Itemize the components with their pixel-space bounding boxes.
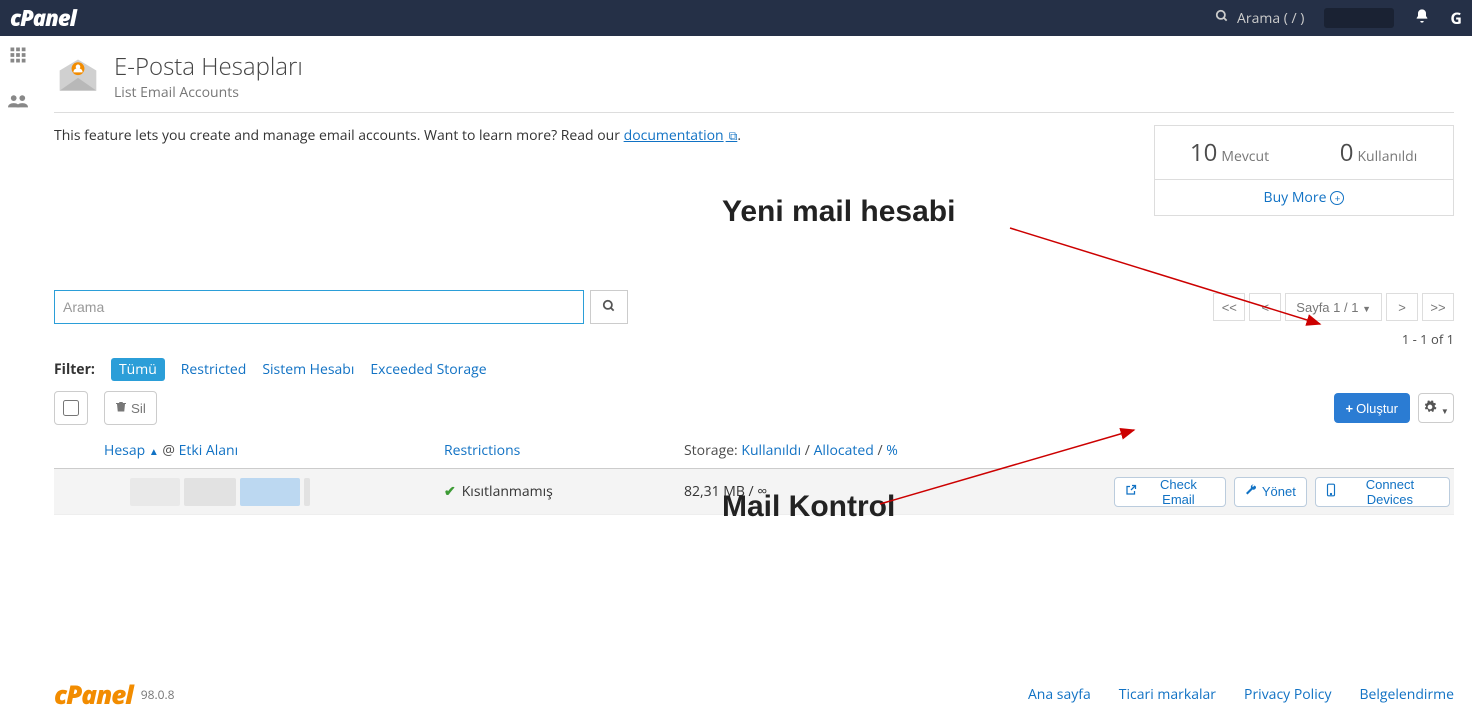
col-domain[interactable]: Etki Alanı (179, 441, 239, 460)
pagination: << < Sayfa 1 / 1 ▼ > >> (1213, 293, 1454, 321)
footer-privacy[interactable]: Privacy Policy (1244, 685, 1331, 704)
page-title: E-Posta Hesapları (114, 50, 303, 83)
select-all-checkbox[interactable] (63, 400, 79, 416)
top-search-label: Arama ( / ) (1237, 9, 1304, 28)
check-email-button[interactable]: Check Email (1114, 477, 1226, 507)
chevron-down-icon: ▼ (1362, 304, 1371, 314)
header-divider (54, 112, 1454, 113)
search-icon (1215, 9, 1229, 28)
page-subtitle: List Email Accounts (114, 83, 303, 102)
bell-icon (1414, 11, 1430, 28)
search-button[interactable] (590, 290, 628, 324)
plus-circle-icon: + (1330, 191, 1344, 205)
stat-used: 0Kullanıldı (1304, 126, 1453, 179)
sort-up-icon: ▲ (149, 444, 159, 458)
page-last-button[interactable]: >> (1422, 293, 1454, 321)
table-header: Hesap ▲ @ Etki Alanı Restrictions Storag… (54, 431, 1454, 469)
col-account[interactable]: Hesap ▲ @ Etki Alanı (104, 441, 444, 460)
external-link-icon: ⧉ (726, 127, 738, 144)
manage-button[interactable]: Yönet (1234, 477, 1307, 507)
filter-all[interactable]: Tümü (111, 358, 165, 381)
col-storage: Storage: Kullanıldı / Allocated / % (684, 441, 1114, 460)
device-icon (1326, 483, 1336, 500)
check-icon: ✔ (444, 482, 456, 501)
documentation-link[interactable]: documentation ⧉ (624, 126, 738, 145)
filter-system[interactable]: Sistem Hesabı (262, 360, 354, 379)
footer-trademarks[interactable]: Ticari markalar (1119, 685, 1216, 704)
page-count-label: 1 - 1 of 1 (54, 330, 1454, 348)
stat-used-num: 0 (1340, 136, 1354, 169)
delete-label: Sil (131, 401, 146, 416)
footer-documentation[interactable]: Belgelendirme (1359, 685, 1454, 704)
stat-used-label: Kullanıldı (1357, 147, 1417, 166)
intro-tail: . (737, 126, 741, 145)
footer-cpanel-logo: cPanel (54, 676, 133, 712)
intro-lead: This feature lets you create and manage … (54, 126, 624, 145)
notifications-button[interactable] (1414, 8, 1430, 29)
top-search[interactable]: Arama ( / ) (1215, 9, 1304, 28)
search-icon (602, 301, 616, 316)
page-next-button[interactable]: > (1386, 293, 1418, 321)
col-storage-pct[interactable]: % (886, 441, 898, 460)
annotation-new-mail: Yeni mail hesabi (722, 195, 955, 229)
chevron-down-icon: ▼ (1441, 407, 1449, 416)
page-indicator[interactable]: Sayfa 1 / 1 ▼ (1285, 293, 1382, 321)
delete-button[interactable]: Sil (104, 391, 157, 425)
settings-button[interactable]: ▼ (1418, 393, 1454, 423)
filter-label: Filter: (54, 360, 95, 379)
annotation-mail-control: Mail Kontrol (722, 490, 895, 524)
page-first-button[interactable]: << (1213, 293, 1245, 321)
gear-icon (1423, 402, 1437, 417)
left-nav (0, 36, 36, 718)
plus-icon: + (1346, 401, 1354, 416)
filter-exceeded[interactable]: Exceeded Storage (370, 360, 486, 379)
wrench-icon (1245, 484, 1257, 499)
stats-panel: 10Mevcut 0Kullanıldı Buy More+ (1154, 125, 1454, 216)
user-menu[interactable] (1324, 8, 1394, 28)
buy-more-link[interactable]: Buy More+ (1264, 188, 1345, 207)
footer-home[interactable]: Ana sayfa (1028, 685, 1091, 704)
col-storage-used[interactable]: Kullanıldı (741, 441, 801, 460)
create-label: Oluştur (1356, 401, 1398, 416)
cell-account (104, 478, 444, 506)
topbar: Panel Arama ( / ) G (0, 0, 1472, 36)
email-accounts-icon (54, 55, 102, 97)
select-all-wrapper[interactable] (54, 391, 88, 425)
trash-icon (115, 401, 127, 416)
filter-restricted[interactable]: Restricted (181, 360, 247, 379)
stat-available-num: 10 (1190, 136, 1217, 169)
stat-available: 10Mevcut (1155, 126, 1304, 179)
at-sign: @ (162, 441, 175, 460)
footer: cPanel 98.0.8 Ana sayfa Ticari markalar … (36, 670, 1472, 718)
filter-row: Filter: Tümü Restricted Sistem Hesabı Ex… (54, 358, 1454, 381)
col-restrictions[interactable]: Restrictions (444, 441, 684, 460)
open-external-icon (1125, 484, 1137, 499)
search-input[interactable] (54, 290, 584, 324)
connect-devices-button[interactable]: Connect Devices (1315, 477, 1450, 507)
page-prev-button[interactable]: < (1249, 293, 1281, 321)
footer-version: 98.0.8 (141, 686, 175, 703)
cell-restriction: ✔Kısıtlanmamış (444, 482, 684, 501)
cpanel-logo: Panel (10, 3, 76, 33)
create-button[interactable]: +Oluştur (1334, 393, 1411, 423)
apps-icon[interactable] (9, 46, 27, 70)
users-icon[interactable] (8, 90, 28, 114)
page-header: E-Posta Hesapları List Email Accounts (54, 50, 1454, 102)
logout-icon[interactable]: G (1450, 7, 1462, 29)
intro-text: This feature lets you create and manage … (54, 125, 1134, 147)
stat-available-label: Mevcut (1221, 147, 1269, 166)
col-storage-allocated[interactable]: Allocated (814, 441, 874, 460)
